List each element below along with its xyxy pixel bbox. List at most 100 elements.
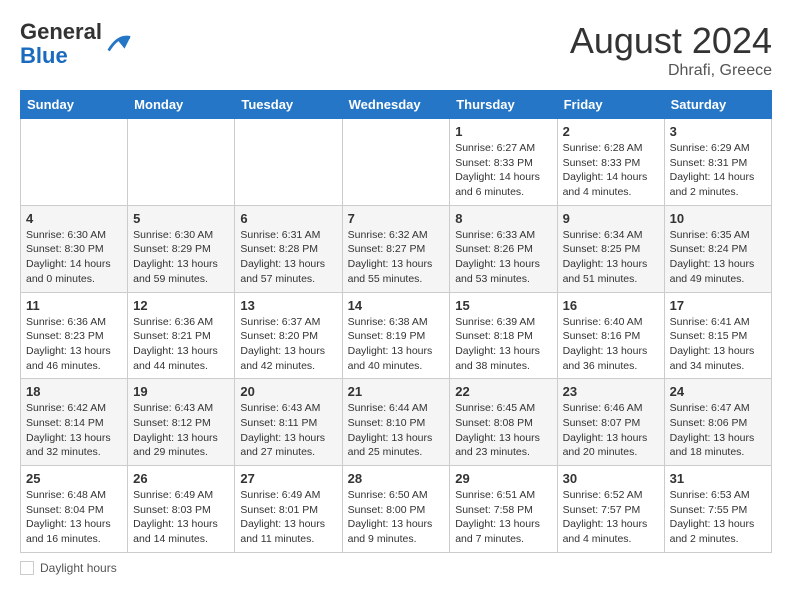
day-number: 27 <box>240 471 336 486</box>
logo: General Blue <box>20 20 132 68</box>
day-info: Sunrise: 6:40 AM Sunset: 8:16 PM Dayligh… <box>563 315 659 374</box>
day-info: Sunrise: 6:42 AM Sunset: 8:14 PM Dayligh… <box>26 401 122 460</box>
day-number: 19 <box>133 384 229 399</box>
day-number: 8 <box>455 211 551 226</box>
day-number: 10 <box>670 211 766 226</box>
calendar-cell: 26 Sunrise: 6:49 AM Sunset: 8:03 PM Dayli… <box>128 466 235 553</box>
day-info: Sunrise: 6:30 AM Sunset: 8:29 PM Dayligh… <box>133 228 229 287</box>
calendar-cell: 14Sunrise: 6:38 AM Sunset: 8:19 PM Dayli… <box>342 292 450 379</box>
day-number: 20 <box>240 384 336 399</box>
day-number: 15 <box>455 298 551 313</box>
day-number: 2 <box>563 124 659 139</box>
day-number: 7 <box>348 211 445 226</box>
calendar-cell: 27 Sunrise: 6:49 AM Sunset: 8:01 PM Dayli… <box>235 466 342 553</box>
day-info: Sunrise: 6:38 AM Sunset: 8:19 PM Dayligh… <box>348 315 445 374</box>
calendar-cell: 3 Sunrise: 6:29 AM Sunset: 8:31 PM Daylig… <box>664 119 771 206</box>
calendar-week-row: 25 Sunrise: 6:48 AM Sunset: 8:04 PM Dayli… <box>21 466 772 553</box>
calendar-cell: 20 Sunrise: 6:43 AM Sunset: 8:11 PM Dayli… <box>235 379 342 466</box>
calendar-cell: 6Sunrise: 6:31 AM Sunset: 8:28 PM Daylig… <box>235 205 342 292</box>
calendar-cell: 30Sunrise: 6:52 AM Sunset: 7:57 PM Dayli… <box>557 466 664 553</box>
calendar-cell: 5Sunrise: 6:30 AM Sunset: 8:29 PM Daylig… <box>128 205 235 292</box>
calendar-cell <box>342 119 450 206</box>
logo-icon <box>104 30 132 58</box>
day-number: 29 <box>455 471 551 486</box>
day-info: Sunrise: 6:27 AM Sunset: 8:33 PM Dayligh… <box>455 141 551 200</box>
day-info: Sunrise: 6:49 AM Sunset: 8:01 PM Dayligh… <box>240 488 336 547</box>
day-header-thursday: Thursday <box>450 91 557 119</box>
day-info: Sunrise: 6:39 AM Sunset: 8:18 PM Dayligh… <box>455 315 551 374</box>
calendar-cell: 16Sunrise: 6:40 AM Sunset: 8:16 PM Dayli… <box>557 292 664 379</box>
day-info: Sunrise: 6:35 AM Sunset: 8:24 PM Dayligh… <box>670 228 766 287</box>
calendar-cell: 17 Sunrise: 6:41 AM Sunset: 8:15 PM Dayli… <box>664 292 771 379</box>
day-number: 31 <box>670 471 766 486</box>
calendar-cell: 15 Sunrise: 6:39 AM Sunset: 8:18 PM Dayli… <box>450 292 557 379</box>
title-block: August 2024 Dhrafi, Greece <box>570 20 772 80</box>
day-info: Sunrise: 6:28 AM Sunset: 8:33 PM Dayligh… <box>563 141 659 200</box>
calendar-cell: 21 Sunrise: 6:44 AM Sunset: 8:10 PM Dayli… <box>342 379 450 466</box>
calendar-cell: 23Sunrise: 6:46 AM Sunset: 8:07 PM Dayli… <box>557 379 664 466</box>
day-number: 9 <box>563 211 659 226</box>
day-info: Sunrise: 6:32 AM Sunset: 8:27 PM Dayligh… <box>348 228 445 287</box>
day-info: Sunrise: 6:30 AM Sunset: 8:30 PM Dayligh… <box>26 228 122 287</box>
daylight-legend-box <box>20 561 34 575</box>
day-info: Sunrise: 6:34 AM Sunset: 8:25 PM Dayligh… <box>563 228 659 287</box>
calendar-cell: 7 Sunrise: 6:32 AM Sunset: 8:27 PM Daylig… <box>342 205 450 292</box>
day-header-sunday: Sunday <box>21 91 128 119</box>
calendar-cell: 11 Sunrise: 6:36 AM Sunset: 8:23 PM Dayli… <box>21 292 128 379</box>
day-number: 11 <box>26 298 122 313</box>
day-info: Sunrise: 6:44 AM Sunset: 8:10 PM Dayligh… <box>348 401 445 460</box>
calendar-cell: 9 Sunrise: 6:34 AM Sunset: 8:25 PM Daylig… <box>557 205 664 292</box>
day-info: Sunrise: 6:37 AM Sunset: 8:20 PM Dayligh… <box>240 315 336 374</box>
day-number: 26 <box>133 471 229 486</box>
calendar-header-row: SundayMondayTuesdayWednesdayThursdayFrid… <box>21 91 772 119</box>
calendar-cell <box>21 119 128 206</box>
calendar-cell: 4 Sunrise: 6:30 AM Sunset: 8:30 PM Daylig… <box>21 205 128 292</box>
day-info: Sunrise: 6:43 AM Sunset: 8:12 PM Dayligh… <box>133 401 229 460</box>
calendar-cell: 25 Sunrise: 6:48 AM Sunset: 8:04 PM Dayli… <box>21 466 128 553</box>
day-info: Sunrise: 6:43 AM Sunset: 8:11 PM Dayligh… <box>240 401 336 460</box>
logo-general: General <box>20 19 102 44</box>
calendar-cell <box>235 119 342 206</box>
day-info: Sunrise: 6:46 AM Sunset: 8:07 PM Dayligh… <box>563 401 659 460</box>
day-info: Sunrise: 6:36 AM Sunset: 8:23 PM Dayligh… <box>26 315 122 374</box>
day-number: 28 <box>348 471 445 486</box>
day-header-wednesday: Wednesday <box>342 91 450 119</box>
calendar-week-row: 11 Sunrise: 6:36 AM Sunset: 8:23 PM Dayli… <box>21 292 772 379</box>
day-info: Sunrise: 6:53 AM Sunset: 7:55 PM Dayligh… <box>670 488 766 547</box>
day-header-monday: Monday <box>128 91 235 119</box>
day-number: 1 <box>455 124 551 139</box>
day-info: Sunrise: 6:52 AM Sunset: 7:57 PM Dayligh… <box>563 488 659 547</box>
day-number: 25 <box>26 471 122 486</box>
day-number: 3 <box>670 124 766 139</box>
calendar-week-row: 18Sunrise: 6:42 AM Sunset: 8:14 PM Dayli… <box>21 379 772 466</box>
day-info: Sunrise: 6:29 AM Sunset: 8:31 PM Dayligh… <box>670 141 766 200</box>
day-number: 4 <box>26 211 122 226</box>
day-info: Sunrise: 6:36 AM Sunset: 8:21 PM Dayligh… <box>133 315 229 374</box>
calendar-cell: 28 Sunrise: 6:50 AM Sunset: 8:00 PM Dayli… <box>342 466 450 553</box>
day-number: 22 <box>455 384 551 399</box>
day-info: Sunrise: 6:51 AM Sunset: 7:58 PM Dayligh… <box>455 488 551 547</box>
day-info: Sunrise: 6:41 AM Sunset: 8:15 PM Dayligh… <box>670 315 766 374</box>
calendar-cell: 18Sunrise: 6:42 AM Sunset: 8:14 PM Dayli… <box>21 379 128 466</box>
page-header: General Blue August 2024 Dhrafi, Greece <box>20 20 772 80</box>
day-info: Sunrise: 6:33 AM Sunset: 8:26 PM Dayligh… <box>455 228 551 287</box>
calendar-cell: 22Sunrise: 6:45 AM Sunset: 8:08 PM Dayli… <box>450 379 557 466</box>
calendar-cell: 8 Sunrise: 6:33 AM Sunset: 8:26 PM Daylig… <box>450 205 557 292</box>
day-number: 21 <box>348 384 445 399</box>
calendar-cell: 2 Sunrise: 6:28 AM Sunset: 8:33 PM Daylig… <box>557 119 664 206</box>
day-info: Sunrise: 6:49 AM Sunset: 8:03 PM Dayligh… <box>133 488 229 547</box>
calendar-week-row: 4 Sunrise: 6:30 AM Sunset: 8:30 PM Daylig… <box>21 205 772 292</box>
month-year: August 2024 <box>570 20 772 62</box>
day-number: 13 <box>240 298 336 313</box>
day-number: 17 <box>670 298 766 313</box>
logo-blue: Blue <box>20 43 68 68</box>
day-number: 24 <box>670 384 766 399</box>
calendar-cell: 19 Sunrise: 6:43 AM Sunset: 8:12 PM Dayli… <box>128 379 235 466</box>
calendar-cell: 1 Sunrise: 6:27 AM Sunset: 8:33 PM Daylig… <box>450 119 557 206</box>
calendar-cell: 24Sunrise: 6:47 AM Sunset: 8:06 PM Dayli… <box>664 379 771 466</box>
day-info: Sunrise: 6:50 AM Sunset: 8:00 PM Dayligh… <box>348 488 445 547</box>
day-header-saturday: Saturday <box>664 91 771 119</box>
calendar-cell <box>128 119 235 206</box>
footer: Daylight hours <box>20 561 772 575</box>
day-info: Sunrise: 6:48 AM Sunset: 8:04 PM Dayligh… <box>26 488 122 547</box>
